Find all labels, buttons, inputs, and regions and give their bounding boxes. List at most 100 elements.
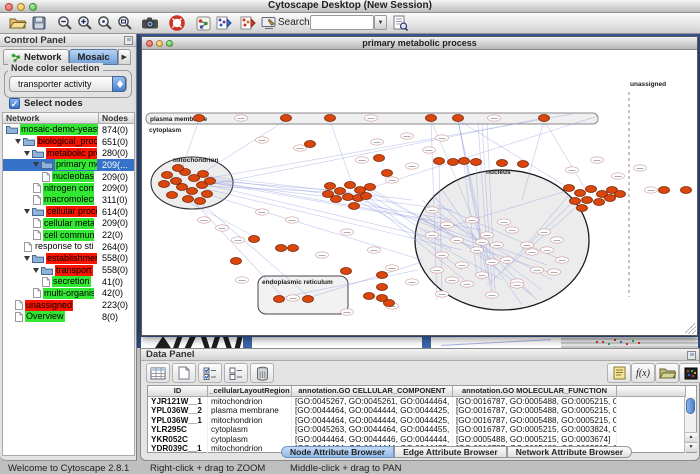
network-node-unselected[interactable]	[406, 279, 419, 285]
tree-item[interactable]: metabolic process280(0)	[3, 147, 134, 159]
network-window-titlebar[interactable]: primary metabolic process	[142, 37, 697, 50]
unselect-attributes-icon[interactable]	[224, 363, 248, 383]
table-cell[interactable]	[617, 406, 686, 415]
network-node-highlighted[interactable]	[343, 194, 354, 201]
tree-item[interactable]: secretion41(0)	[3, 276, 134, 288]
network-node-unselected[interactable]	[216, 225, 229, 231]
network-node-highlighted[interactable]	[249, 236, 260, 243]
network-node-highlighted[interactable]	[364, 293, 375, 300]
network-node-unselected[interactable]	[511, 282, 524, 288]
table-cell[interactable]: [GO:0045263, GO:0044464, GO:0044455, G..…	[292, 425, 453, 434]
network-node-highlighted[interactable]	[194, 115, 205, 122]
table-cell[interactable]: plasma membrane	[208, 406, 292, 415]
table-cell[interactable]	[617, 435, 686, 444]
network-node-unselected[interactable]	[556, 257, 569, 263]
table-cell[interactable]: [GO:0044464, GO:0044444, GO:0044425, G..…	[292, 416, 453, 425]
network-node-highlighted[interactable]	[231, 258, 242, 265]
network-node-unselected[interactable]	[235, 115, 248, 121]
table-cell[interactable]: cytoplasm	[208, 435, 292, 444]
network-node-highlighted[interactable]	[471, 159, 482, 166]
network-node-highlighted[interactable]	[345, 182, 356, 189]
minimize-icon[interactable]	[156, 40, 163, 47]
network-node-highlighted[interactable]	[288, 245, 299, 252]
network-node-highlighted[interactable]	[582, 197, 593, 204]
network-node-unselected[interactable]	[541, 247, 554, 253]
attribute-matrix-icon[interactable]	[679, 363, 700, 383]
network-node-unselected[interactable]	[591, 157, 604, 163]
table-row[interactable]: YPL036W__1mitochondrion[GO:0044464, GO:0…	[148, 416, 696, 425]
table-cell[interactable]: [GO:0016787, GO:0005488, GO:0005215, G..…	[453, 406, 617, 415]
network-node-unselected[interactable]	[476, 272, 489, 278]
network-node-unselected[interactable]	[548, 269, 561, 275]
table-scrollbar[interactable]: ▲ ▼	[684, 397, 696, 452]
table-cell[interactable]: YPL036W__1	[148, 416, 208, 425]
network-node-unselected[interactable]	[521, 242, 534, 248]
network-node-highlighted[interactable]	[323, 191, 334, 198]
table-cell[interactable]: YPL036W__2	[148, 406, 208, 415]
select-attributes-icon[interactable]	[198, 363, 222, 383]
network-node-unselected[interactable]	[406, 163, 419, 169]
network-node-highlighted[interactable]	[615, 191, 626, 198]
attribute-table-icon[interactable]	[146, 363, 170, 383]
table-row[interactable]: YPL036W__2plasma membrane[GO:0044464, GO…	[148, 406, 696, 415]
table-cell[interactable]: [GO:0016787, GO:0005215, GO:0003824, G..…	[453, 425, 617, 434]
network-node-highlighted[interactable]	[577, 205, 588, 212]
network-node-highlighted[interactable]	[448, 159, 459, 166]
scroll-up-arrow[interactable]: ▲	[685, 432, 697, 442]
network-node-unselected[interactable]	[198, 217, 211, 223]
network-node-unselected[interactable]	[476, 239, 489, 245]
network-node-unselected[interactable]	[356, 157, 369, 163]
close-button[interactable]	[5, 3, 13, 11]
table-row[interactable]: YKR052Ccytoplasm[GO:0044464, GO:0044446,…	[148, 435, 696, 444]
network-node-unselected[interactable]	[566, 167, 579, 173]
network-node-highlighted[interactable]	[539, 115, 550, 122]
network-node-highlighted[interactable]	[276, 245, 287, 252]
table-row[interactable]: YLR295Ccytoplasm[GO:0045263, GO:0044464,…	[148, 425, 696, 434]
network-node-unselected[interactable]	[436, 135, 449, 141]
tree-item[interactable]: cellular metabo209(0)	[3, 218, 134, 230]
tree-item[interactable]: Overview8(0)	[3, 311, 134, 323]
network-node-highlighted[interactable]	[274, 296, 285, 303]
network-node-highlighted[interactable]	[187, 188, 198, 195]
network-edge[interactable]	[204, 120, 286, 172]
network-node-unselected[interactable]	[486, 259, 499, 265]
network-node-highlighted[interactable]	[564, 185, 575, 192]
network-node-highlighted[interactable]	[335, 188, 346, 195]
zoom-button[interactable]	[29, 3, 37, 11]
network-node-unselected[interactable]	[531, 267, 544, 273]
expander-icon[interactable]	[15, 139, 21, 144]
network-node-highlighted[interactable]	[325, 115, 336, 122]
network-node-unselected[interactable]	[426, 207, 439, 213]
network-node-highlighted[interactable]	[162, 172, 173, 179]
table-cell[interactable]: YKR052C	[148, 435, 208, 444]
tree-item[interactable]: mosaic-demo-yeast874(0)	[3, 124, 134, 136]
tree-item[interactable]: cellular process614(0)	[3, 206, 134, 218]
tree-item[interactable]: nucleobase-209(0)	[3, 171, 134, 183]
network-canvas[interactable]: plasma membranecytoplasmmitochondrionnuc…	[142, 50, 697, 336]
tab-edge-attribute-browser[interactable]: Edge Attribute Browser	[394, 446, 507, 458]
attribute-editor-icon[interactable]	[607, 363, 631, 383]
expander-icon[interactable]	[33, 162, 39, 167]
network-node-highlighted[interactable]	[605, 195, 616, 202]
tree-item[interactable]: biological_process651(0)	[3, 136, 134, 148]
table-cell[interactable]: [GO:0016787, GO:0005488, GO:0005215, G..…	[453, 416, 617, 425]
column-header[interactable]: annotation.GO CELLULAR_COMPONENT	[292, 386, 453, 397]
network-node-highlighted[interactable]	[384, 300, 395, 307]
table-cell[interactable]: YDR039C__1	[148, 444, 208, 453]
close-icon[interactable]	[146, 40, 153, 47]
network-node-highlighted[interactable]	[594, 199, 605, 206]
table-cell[interactable]: cytoplasm	[208, 425, 292, 434]
new-attribute-icon[interactable]	[172, 363, 196, 383]
network-view-window[interactable]: primary metabolic process plasma membran…	[141, 36, 698, 336]
network-node-unselected[interactable]	[645, 187, 658, 193]
network-node-unselected[interactable]	[538, 229, 551, 235]
network-node-unselected[interactable]	[431, 267, 444, 273]
column-header[interactable]: annotation.GO MOLECULAR_FUNCTION	[453, 386, 617, 397]
node-color-select[interactable]: transporter activity	[9, 76, 127, 92]
network-node-unselected[interactable]	[368, 247, 381, 253]
table-cell[interactable]: [GO:0044464, GO:0044446, GO:0044444, G..…	[292, 435, 453, 444]
network-node-highlighted[interactable]	[382, 170, 393, 177]
network-node-unselected[interactable]	[286, 217, 299, 223]
expander-icon[interactable]	[33, 268, 39, 273]
resize-grip[interactable]	[685, 323, 696, 334]
